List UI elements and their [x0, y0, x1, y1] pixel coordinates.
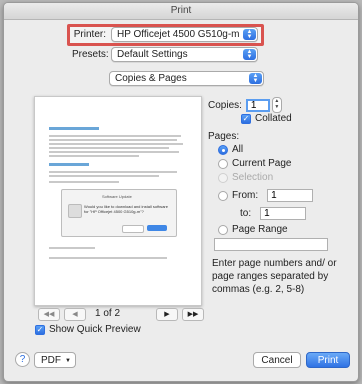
pages-from-label: From:	[232, 190, 259, 201]
pages-to-field[interactable]	[260, 207, 307, 220]
page-indicator: 1 of 2	[95, 308, 120, 319]
collated-label: Collated	[255, 113, 292, 124]
page-preview: Software Update Would you like to downlo…	[34, 96, 202, 306]
last-page-button[interactable]: ▶▶	[182, 308, 204, 321]
previous-page-button[interactable]: ◀	[64, 308, 86, 321]
pages-all-radio[interactable]	[218, 144, 228, 155]
first-page-button[interactable]: ◀◀	[38, 308, 60, 321]
window-title: Print	[4, 3, 358, 20]
pages-selection-option: Selection	[218, 172, 273, 183]
quick-preview-row[interactable]: ✓ Show Quick Preview	[35, 324, 141, 335]
print-button[interactable]: Print	[306, 352, 350, 368]
pagination-row-right: ▶ ▶▶	[156, 308, 204, 321]
pages-all-label: All	[232, 144, 244, 155]
pages-all-option[interactable]: All	[218, 144, 243, 155]
page-count: 1 of 2	[95, 308, 121, 319]
next-page-button[interactable]: ▶	[156, 308, 178, 321]
updown-arrows-icon: ▲ ▼	[243, 49, 256, 60]
copies-stepper[interactable]: ▲ ▼	[271, 97, 282, 113]
preview-dialog-message: Would you like to download and install s…	[84, 204, 168, 214]
pages-from-option[interactable]: From:	[218, 189, 314, 202]
updown-arrows-icon: ▲ ▼	[249, 73, 262, 84]
printer-row: Printer: HP Officejet 4500 G510g-m ▲ ▼	[72, 27, 258, 42]
pages-current-label: Current Page	[232, 158, 292, 169]
pages-current-option[interactable]: Current Page	[218, 158, 291, 169]
pages-label: Pages:	[208, 131, 240, 142]
printer-label: Printer:	[73, 29, 106, 40]
copies-label: Copies:	[208, 99, 242, 111]
pdf-button[interactable]: PDF ▼	[34, 352, 76, 368]
section-row: Copies & Pages ▲ ▼	[109, 71, 264, 86]
pages-range-radio[interactable]	[218, 224, 228, 235]
presets-row: Presets: Default Settings ▲ ▼	[72, 47, 258, 62]
collated-row[interactable]: ✓ Collated	[241, 113, 292, 124]
preview-dialog: Software Update Would you like to downlo…	[61, 189, 177, 237]
pages-selection-label: Selection	[232, 172, 274, 183]
presets-value: Default Settings	[117, 49, 188, 60]
help-icon[interactable]: ?	[15, 352, 30, 367]
section-value: Copies & Pages	[115, 73, 187, 84]
software-update-icon	[68, 204, 82, 218]
printer-value: HP Officejet 4500 G510g-m	[117, 29, 240, 40]
pages-from-radio[interactable]	[218, 190, 228, 201]
updown-arrows-icon: ▲ ▼	[243, 29, 256, 40]
print-dialog: Print Printer: HP Officejet 4500 G510g-m…	[3, 2, 359, 382]
pages-range-row	[214, 238, 328, 251]
quick-preview-label: Show Quick Preview	[49, 324, 141, 335]
section-popup[interactable]: Copies & Pages ▲ ▼	[109, 71, 264, 86]
pages-current-radio[interactable]	[218, 158, 228, 169]
pagination-row: ◀◀ ◀	[38, 308, 86, 321]
pages-to-label: to:	[240, 208, 252, 219]
copies-field[interactable]	[245, 98, 270, 112]
pdf-label: PDF	[41, 355, 61, 366]
copies-row: Copies: ▲▼	[208, 97, 282, 113]
pages-heading: Pages:	[208, 131, 239, 142]
pages-selection-radio	[218, 172, 228, 183]
collated-checkbox[interactable]: ✓	[241, 113, 251, 124]
cancel-button[interactable]: Cancel	[253, 352, 301, 368]
presets-popup[interactable]: Default Settings ▲ ▼	[111, 47, 258, 62]
presets-label: Presets:	[72, 49, 109, 60]
pages-from-field[interactable]	[267, 189, 314, 202]
chevron-down-icon: ▼	[65, 358, 71, 364]
printer-popup[interactable]: HP Officejet 4500 G510g-m ▲ ▼	[111, 27, 258, 42]
pages-range-hint: Enter page numbers and/ or page ranges s…	[212, 258, 337, 295]
pages-range-option[interactable]: Page Range	[218, 224, 288, 235]
pages-range-field[interactable]	[214, 238, 328, 251]
quick-preview-checkbox[interactable]: ✓	[35, 324, 45, 335]
preview-dialog-title: Software Update	[102, 194, 132, 199]
pages-range-label: Page Range	[232, 224, 288, 235]
pages-to-row: to:	[240, 207, 307, 220]
